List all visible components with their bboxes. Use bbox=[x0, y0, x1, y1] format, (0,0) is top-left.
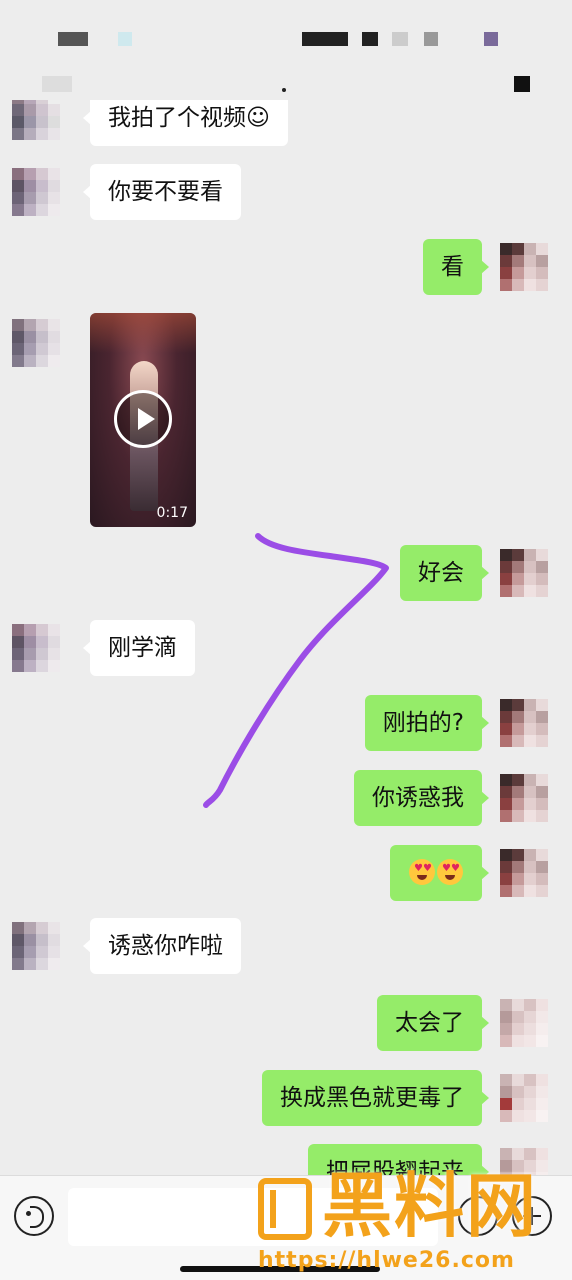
my-avatar[interactable] bbox=[500, 549, 548, 597]
chat-title-redacted bbox=[282, 88, 286, 92]
message-bubble-outgoing[interactable]: 刚拍的? bbox=[364, 695, 490, 751]
voice-input-icon[interactable] bbox=[14, 1196, 54, 1236]
my-avatar[interactable] bbox=[500, 699, 548, 747]
my-avatar[interactable] bbox=[500, 243, 548, 291]
message-text: 你要不要看 bbox=[108, 179, 223, 205]
message-bubble-outgoing-emoji[interactable] bbox=[390, 845, 489, 901]
video-message[interactable]: 0:17 bbox=[90, 313, 196, 527]
battery-level-redacted bbox=[484, 32, 498, 46]
watermark-logo-icon bbox=[258, 1178, 312, 1240]
watermark-url: https://hlwe26.com bbox=[258, 1248, 515, 1273]
my-avatar[interactable] bbox=[500, 1074, 548, 1122]
message-text: 好会 bbox=[418, 560, 464, 586]
status-bar bbox=[0, 0, 572, 62]
status-icon-redacted bbox=[118, 32, 132, 46]
message-bubble-outgoing[interactable]: 看 bbox=[423, 239, 489, 295]
more-options-button[interactable] bbox=[514, 76, 530, 92]
message-bubble-outgoing[interactable]: 你诱惑我 bbox=[354, 770, 489, 826]
message-text: 太会了 bbox=[395, 1010, 464, 1036]
contact-avatar[interactable] bbox=[12, 624, 60, 672]
message-bubble-outgoing[interactable]: 好会 bbox=[400, 545, 489, 601]
message-bubble-incoming[interactable]: 诱惑你咋啦 bbox=[83, 918, 241, 974]
back-button-redacted[interactable] bbox=[42, 76, 72, 92]
contact-avatar[interactable] bbox=[12, 168, 60, 216]
message-text: 你诱惑我 bbox=[372, 785, 464, 811]
message-bubble-outgoing[interactable]: 太会了 bbox=[377, 995, 489, 1051]
heart-eyes-emoji-icon bbox=[409, 858, 435, 885]
chat-history[interactable]: 我拍了个视频☺ 你要不要看 看 0:17 好会 刚学滴 刚拍的? 你诱惑我 ♥ … bbox=[0, 100, 572, 1175]
my-avatar[interactable] bbox=[500, 774, 548, 822]
message-text: 刚拍的? bbox=[382, 710, 464, 736]
watermark-title: 黑料网 bbox=[322, 1165, 538, 1247]
message-bubble-incoming[interactable]: 我拍了个视频☺ bbox=[83, 100, 288, 146]
message-text: 换成黑色就更毒了 bbox=[280, 1085, 464, 1111]
message-text: 刚学滴 bbox=[108, 635, 177, 661]
time-redacted bbox=[58, 32, 88, 46]
contact-avatar[interactable] bbox=[12, 100, 60, 140]
play-icon[interactable] bbox=[114, 390, 172, 448]
video-duration: 0:17 bbox=[156, 505, 188, 521]
contact-avatar[interactable] bbox=[12, 319, 60, 367]
message-text: 诱惑你咋啦 bbox=[108, 933, 223, 959]
message-bubble-outgoing[interactable]: 换成黑色就更毒了 bbox=[262, 1070, 489, 1126]
contact-avatar[interactable] bbox=[12, 922, 60, 970]
message-text: 看 bbox=[441, 254, 464, 280]
battery-icon-redacted bbox=[424, 32, 438, 46]
network-icon-redacted bbox=[362, 32, 378, 46]
message-bubble-incoming[interactable]: 刚学滴 bbox=[83, 620, 195, 676]
my-avatar[interactable] bbox=[500, 849, 548, 897]
message-text: 我拍了个视频☺ bbox=[108, 105, 270, 131]
video-thumbnail-lights bbox=[90, 313, 196, 353]
signal-icon-redacted bbox=[302, 32, 348, 46]
watermark: 黑料网 https://hlwe26.com bbox=[258, 1166, 568, 1276]
heart-eyes-emoji-icon bbox=[437, 858, 463, 885]
wifi-icon-redacted bbox=[392, 32, 408, 46]
my-avatar[interactable] bbox=[500, 999, 548, 1047]
message-bubble-incoming[interactable]: 你要不要看 bbox=[83, 164, 241, 220]
